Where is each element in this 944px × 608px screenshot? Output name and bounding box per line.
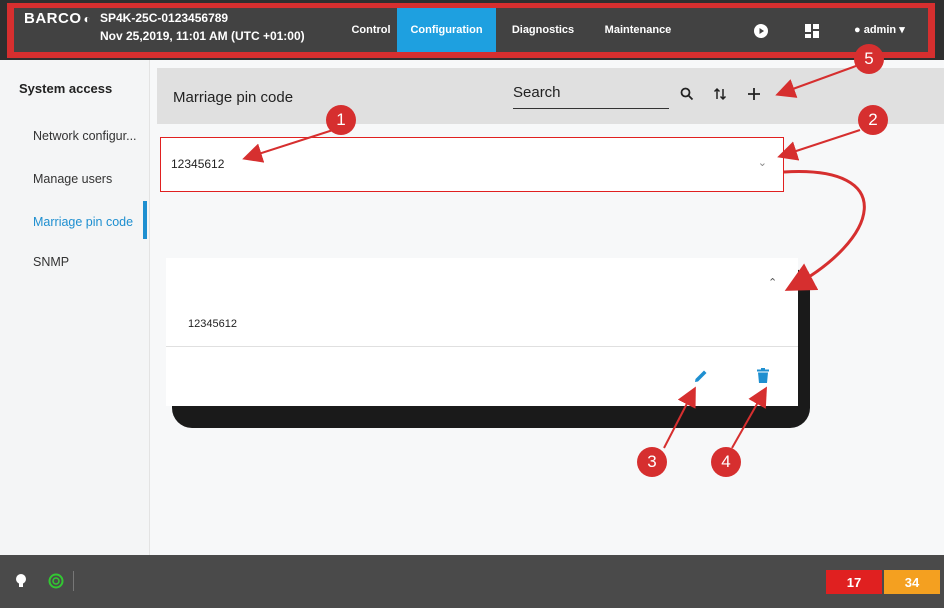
barco-logo: BARCO ◐ bbox=[24, 10, 92, 27]
device-datetime: Nov 25,2019, 11:01 AM (UTC +01:00) bbox=[100, 29, 305, 43]
sidebar-item-marriage-pin-code[interactable]: Marriage pin code bbox=[33, 215, 149, 229]
search-underline bbox=[513, 108, 669, 109]
page-title: Marriage pin code bbox=[173, 89, 294, 106]
tab-diagnostics[interactable]: Diagnostics bbox=[500, 8, 586, 52]
sidebar-active-indicator bbox=[143, 201, 147, 239]
warning-count-badge[interactable]: 34 bbox=[884, 570, 940, 594]
device-id: SP4K-25C-0123456789 bbox=[100, 11, 229, 25]
expand-chevron-icon[interactable]: ⌄ bbox=[758, 156, 767, 169]
lightbulb-icon[interactable] bbox=[15, 573, 27, 592]
collapse-chevron-icon[interactable]: ⌃ bbox=[768, 276, 777, 289]
play-icon[interactable] bbox=[752, 22, 770, 40]
row-pin-value: 12345612 bbox=[171, 157, 225, 171]
sidebar-item-snmp[interactable]: SNMP bbox=[33, 255, 149, 269]
callout-3: 3 bbox=[637, 447, 667, 477]
callout-1: 1 bbox=[326, 105, 356, 135]
top-bar: BARCO ◐ SP4K-25C-0123456789 Nov 25,2019, … bbox=[0, 0, 944, 60]
status-ok-icon[interactable] bbox=[48, 573, 64, 592]
dashboard-icon[interactable] bbox=[803, 22, 821, 40]
sidebar-item-manage-users[interactable]: Manage users bbox=[33, 172, 149, 186]
callout-4: 4 bbox=[711, 447, 741, 477]
card-pin-value: 12345612 bbox=[188, 318, 237, 330]
tab-control[interactable]: Control bbox=[340, 8, 402, 52]
status-separator bbox=[73, 571, 74, 591]
search-icon[interactable] bbox=[680, 87, 694, 105]
error-count-badge[interactable]: 17 bbox=[826, 570, 882, 594]
user-menu[interactable]: ● admin ▾ bbox=[854, 23, 905, 36]
callout-5: 5 bbox=[854, 44, 884, 74]
chevron-down-icon: ▾ bbox=[899, 24, 905, 36]
sidebar-title: System access bbox=[19, 81, 113, 96]
sidebar-item-network-configuration[interactable]: Network configur... bbox=[33, 129, 149, 143]
logo-mark-icon: ◐ bbox=[83, 12, 92, 26]
user-icon: ● bbox=[854, 24, 861, 36]
pin-code-row[interactable]: 12345612 ⌄ bbox=[160, 137, 784, 192]
card-divider bbox=[166, 346, 798, 347]
expanded-pin-card: ⌃ 12345612 bbox=[166, 258, 798, 406]
tab-maintenance[interactable]: Maintenance bbox=[592, 8, 684, 52]
callout-2: 2 bbox=[858, 105, 888, 135]
page: BARCO ◐ SP4K-25C-0123456789 Nov 25,2019, … bbox=[0, 0, 944, 608]
status-bar: 17 34 bbox=[0, 555, 944, 608]
edit-pencil-icon[interactable] bbox=[693, 368, 709, 388]
user-name: admin bbox=[863, 24, 897, 36]
main-header: Marriage pin code Search bbox=[157, 68, 944, 124]
delete-trash-icon[interactable] bbox=[756, 368, 770, 388]
search-input[interactable]: Search bbox=[513, 84, 561, 101]
sort-icon[interactable] bbox=[713, 87, 727, 105]
tab-configuration[interactable]: Configuration bbox=[397, 8, 496, 52]
add-icon[interactable] bbox=[747, 87, 761, 105]
